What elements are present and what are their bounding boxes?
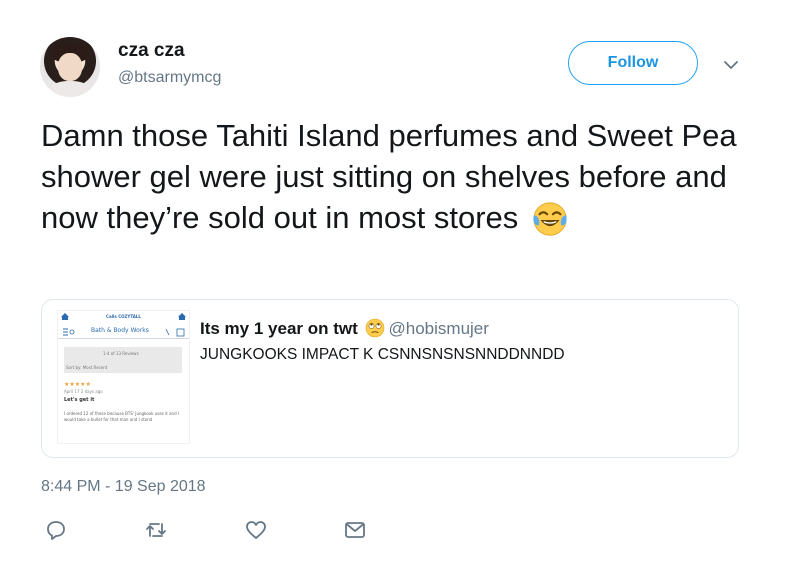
avatar[interactable] [40,37,100,97]
cart-icon [165,328,185,337]
face-with-rolling-eyes-icon [365,318,384,338]
quoted-username[interactable]: @hobismujer [389,319,489,338]
menu-icon [63,328,75,336]
reply-icon[interactable] [44,518,68,542]
thumbnail-brand: Bath & Body Works [91,327,149,334]
thumbnail-banner: Calls COZYTALL [106,314,141,319]
quoted-tweet-text: JUNGKOOKS IMPACT K CSNNSNSNSNNDDNNDD [200,346,565,363]
follow-button[interactable]: Follow [568,41,698,85]
home-icon [61,313,69,320]
tweet-text-content: Damn those Tahiti Island perfumes and Sw… [41,118,746,235]
thumbnail-stars: ★★★★★ [64,381,91,388]
display-name[interactable]: cza cza [118,40,185,62]
thumbnail-sort-label: Sort by: Most Recent [66,365,108,370]
face-with-tears-of-joy-icon [533,202,567,236]
chevron-down-icon[interactable] [722,56,740,74]
thumbnail-sort-summary: 1-4 of 13 Reviews [103,351,139,356]
username[interactable]: @btsarmymcg [118,69,221,87]
thumbnail-review-title: Let's get it [64,397,95,403]
retweet-icon[interactable] [144,518,168,542]
quoted-tweet-header[interactable]: Its my 1 year on twt @hobismujer [200,318,489,339]
thumbnail-review-meta: April 17 2 days ago [64,389,103,394]
tweet-text: Damn those Tahiti Island perfumes and Sw… [41,115,761,238]
home-icon [178,313,186,320]
quoted-display-name[interactable]: Its my 1 year on twt [200,319,358,338]
direct-message-icon[interactable] [343,518,367,542]
like-icon[interactable] [244,518,268,542]
timestamp[interactable]: 8:44 PM - 19 Sep 2018 [41,478,206,496]
quoted-tweet-thumbnail[interactable]: Calls COZYTALL Bath & Body Works 1-4 of … [57,310,190,444]
thumbnail-review-body: I ordered 12 of these because BTS' Jungk… [64,411,180,422]
